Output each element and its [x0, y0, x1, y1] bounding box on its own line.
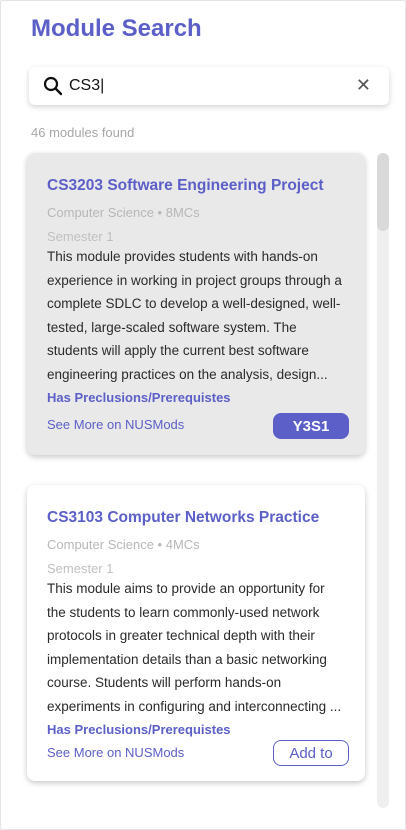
search-input[interactable]: [69, 77, 339, 95]
module-title[interactable]: CS3103 Computer Networks Practice: [47, 509, 345, 527]
module-semester: Semester 1: [47, 561, 114, 576]
module-title[interactable]: CS3203 Software Engineering Project: [47, 177, 345, 195]
module-semester: Semester 1: [47, 229, 114, 244]
module-card[interactable]: CS3203 Software Engineering Project Comp…: [27, 153, 365, 455]
results-count: 46 modules found: [31, 125, 135, 140]
module-description: This module aims to provide an opportuni…: [47, 581, 342, 714]
prereq-link[interactable]: Has Preclusions/Prerequistes: [47, 390, 345, 405]
page-title: Module Search: [31, 15, 202, 42]
scrollbar[interactable]: [377, 153, 389, 808]
app-frame: Module Search ✕ 46 modules found CS3203 …: [0, 0, 406, 830]
module-meta: Computer Science • 8MCs: [47, 205, 200, 220]
add-to-button[interactable]: Add to: [273, 740, 349, 766]
module-description: This module provides students with hands…: [47, 249, 342, 382]
close-icon[interactable]: ✕: [356, 75, 371, 95]
nusmods-link[interactable]: See More on NUSMods: [47, 417, 184, 432]
module-card[interactable]: CS3103 Computer Networks Practice Comput…: [27, 485, 365, 781]
prereq-link[interactable]: Has Preclusions/Prerequistes: [47, 722, 345, 737]
search-bar[interactable]: ✕: [29, 67, 389, 105]
semester-tag-button[interactable]: Y3S1: [273, 413, 349, 439]
scrollbar-thumb[interactable]: [377, 153, 389, 231]
search-icon: [43, 76, 63, 96]
module-meta: Computer Science • 4MCs: [47, 537, 200, 552]
nusmods-link[interactable]: See More on NUSMods: [47, 745, 184, 760]
